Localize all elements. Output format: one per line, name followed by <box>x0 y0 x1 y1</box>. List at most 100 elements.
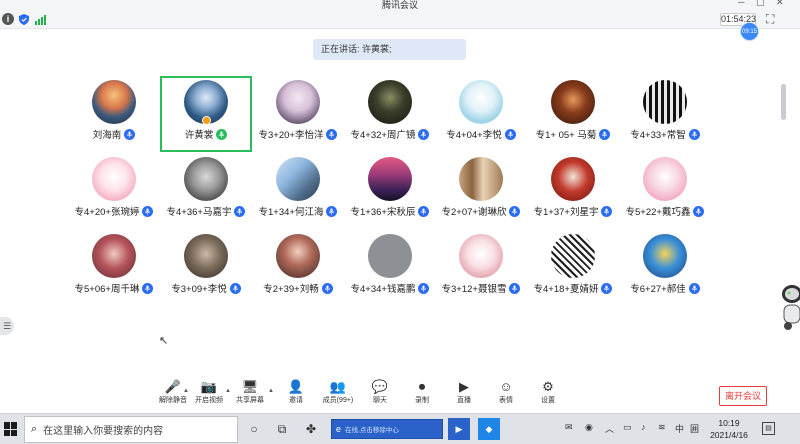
participant-tile[interactable]: 专5+22+戴巧鑫 <box>619 153 711 229</box>
tencent-meeting-app-icon[interactable]: ▶ <box>448 418 470 440</box>
avatar <box>276 80 320 124</box>
invite-button[interactable]: 👤 邀请 <box>273 378 319 410</box>
participant-tile[interactable]: 许黄裳 <box>160 76 252 152</box>
participant-tile[interactable]: 专1+ 05+ 马菊 <box>527 76 619 152</box>
cortana-icon[interactable]: ○ <box>243 418 265 440</box>
participant-tile[interactable]: 专3+09+李悦 <box>160 230 252 306</box>
participant-tile[interactable]: 专4+04+李悦 <box>435 76 527 152</box>
members-button[interactable]: 👥 成员(99+) <box>315 378 361 410</box>
participant-tile[interactable]: 专3+12+聂银雪 <box>435 230 527 306</box>
toolbar-options-caret-icon[interactable]: ▲ <box>225 388 231 394</box>
participant-tile[interactable]: 专4+18+夏婧妍 <box>527 230 619 306</box>
chat-label: 聊天 <box>373 397 387 404</box>
participant-name: 专4+33+常智 <box>630 130 686 141</box>
network-icon[interactable]: ▭ <box>623 422 632 433</box>
avatar <box>551 157 595 201</box>
browser-search-box[interactable]: e 在线,点击移除中心 <box>331 419 443 439</box>
signal-icon[interactable] <box>34 13 46 25</box>
ime-indicator[interactable]: 中 <box>675 422 684 435</box>
participant-name: 专1+36+宋秋辰 <box>350 207 416 218</box>
taskbar-search-box[interactable]: ⌕ 在这里输入你要搜索的内容 <box>24 416 238 443</box>
scrollbar-thumb[interactable] <box>781 84 786 120</box>
reactions-icon: ☺ <box>499 379 513 394</box>
info-icon[interactable]: i <box>2 13 14 25</box>
participant-name: 专6+27+郝佳 <box>630 284 686 295</box>
participant-name-line: 专1+37+刘星宇 <box>527 204 619 218</box>
task-view-icon[interactable]: ⧉ <box>271 418 293 440</box>
microphone-icon <box>693 205 705 217</box>
avatar <box>92 157 136 201</box>
microphone-icon <box>509 282 521 294</box>
participant-tile[interactable]: 专1+37+刘星宇 <box>527 153 619 229</box>
participant-tile[interactable]: 专4+33+常智 <box>619 76 711 152</box>
participant-name: 专1+37+刘星宇 <box>533 207 599 218</box>
microphone-icon <box>509 205 521 217</box>
share-screen-button[interactable]: 🖥 共享屏幕 <box>227 378 273 410</box>
participant-tile[interactable]: 专6+27+郝佳 <box>619 230 711 306</box>
participant-tile[interactable]: 专5+06+周千琳 <box>68 230 160 306</box>
participant-tile[interactable]: 专1+34+何江海 <box>252 153 344 229</box>
windows-start-icon[interactable] <box>4 422 18 436</box>
wechat-tray-icon[interactable]: ✉ <box>565 422 573 433</box>
record-button[interactable]: ⏺ 录制 <box>399 378 445 410</box>
assistant-robot-icon[interactable] <box>770 276 800 336</box>
avatar <box>276 234 320 278</box>
participant-tile[interactable]: 专4+36+马嘉宇 <box>160 153 252 229</box>
volume-icon[interactable]: ♪ <box>641 422 646 432</box>
close-icon[interactable]: ✕ <box>776 0 784 8</box>
participant-name-line: 刘海南 <box>68 127 160 141</box>
clock-date: 2021/4/16 <box>710 430 748 440</box>
microphone-icon <box>216 128 228 140</box>
participant-tile[interactable]: 专3+20+李怡洋 <box>252 76 344 152</box>
live-button[interactable]: ▶ 直播 <box>441 378 487 410</box>
live-label: 直播 <box>457 397 471 404</box>
meeting-topbar: i 01:54:23 ⛶ <box>0 9 800 29</box>
shield-icon[interactable] <box>18 13 30 25</box>
maximize-icon[interactable]: ▢ <box>756 0 765 8</box>
participant-tile[interactable]: 刘海南 <box>68 76 160 152</box>
microphone-icon <box>229 282 241 294</box>
invite-icon: 👤 <box>287 379 305 394</box>
participant-tile[interactable]: 专2+39+刘畅 <box>252 230 344 306</box>
participant-name-line: 专3+20+李怡洋 <box>252 127 344 141</box>
toolbar-options-caret-icon[interactable]: ▲ <box>183 388 189 394</box>
microphone-icon <box>234 205 246 217</box>
video-button[interactable]: 📷 开启视频 <box>186 378 232 410</box>
ime-mode-indicator[interactable]: 囲 <box>690 422 699 435</box>
microphone-icon <box>142 205 154 217</box>
leave-meeting-button[interactable]: 离开会议 <box>719 386 767 406</box>
toolbar-options-caret-icon[interactable]: ▲ <box>268 388 274 394</box>
fan-app-icon[interactable]: ✤ <box>300 418 322 440</box>
participant-tile[interactable]: 专4+20+张琬婷 <box>68 153 160 229</box>
wifi-icon[interactable]: ≋ <box>658 422 666 433</box>
participant-name-line: 专5+22+戴巧鑫 <box>619 204 711 218</box>
participant-name: 专1+34+何江海 <box>258 207 324 218</box>
participant-tile[interactable]: 专2+07+谢琳欣 <box>435 153 527 229</box>
microphone-icon <box>418 282 430 294</box>
chat-button[interactable]: 💬 聊天 <box>357 378 403 410</box>
participant-tile[interactable]: 专4+34+钱嘉鹏 <box>344 230 436 306</box>
settings-button[interactable]: ⚙ 设置 <box>525 378 571 410</box>
avatar <box>368 157 412 201</box>
microphone-icon <box>688 282 700 294</box>
record-label: 录制 <box>415 397 429 404</box>
side-panel-handle[interactable]: ☰ <box>0 317 14 335</box>
participant-tile[interactable]: 专1+36+宋秋辰 <box>344 153 436 229</box>
taskbar-clock[interactable]: 10:19 2021/4/16 <box>705 417 753 441</box>
fullscreen-icon[interactable]: ⛶ <box>766 12 774 27</box>
participant-name: 专3+20+李怡洋 <box>258 130 324 141</box>
search-icon: ⌕ <box>31 423 38 435</box>
meeting-window-app-icon[interactable]: ◆ <box>478 418 500 440</box>
participant-name: 许黄裳 <box>184 130 214 141</box>
avatar <box>551 234 595 278</box>
participant-tile[interactable]: 专4+32+周广镜 <box>344 76 436 152</box>
qq-tray-icon[interactable]: ◉ <box>585 422 593 433</box>
minimize-icon[interactable]: ─ <box>738 0 744 7</box>
tray-expand-icon[interactable]: ︿ <box>605 422 614 435</box>
floating-timer-badge[interactable]: 09:15 <box>740 22 759 41</box>
reactions-button[interactable]: ☺ 表情 <box>483 378 529 410</box>
microphone-icon <box>418 128 430 140</box>
notification-icon[interactable]: ▤ <box>762 422 775 435</box>
participant-name: 专3+12+聂银雪 <box>441 284 507 295</box>
participant-name-line: 专1+34+何江海 <box>252 204 344 218</box>
